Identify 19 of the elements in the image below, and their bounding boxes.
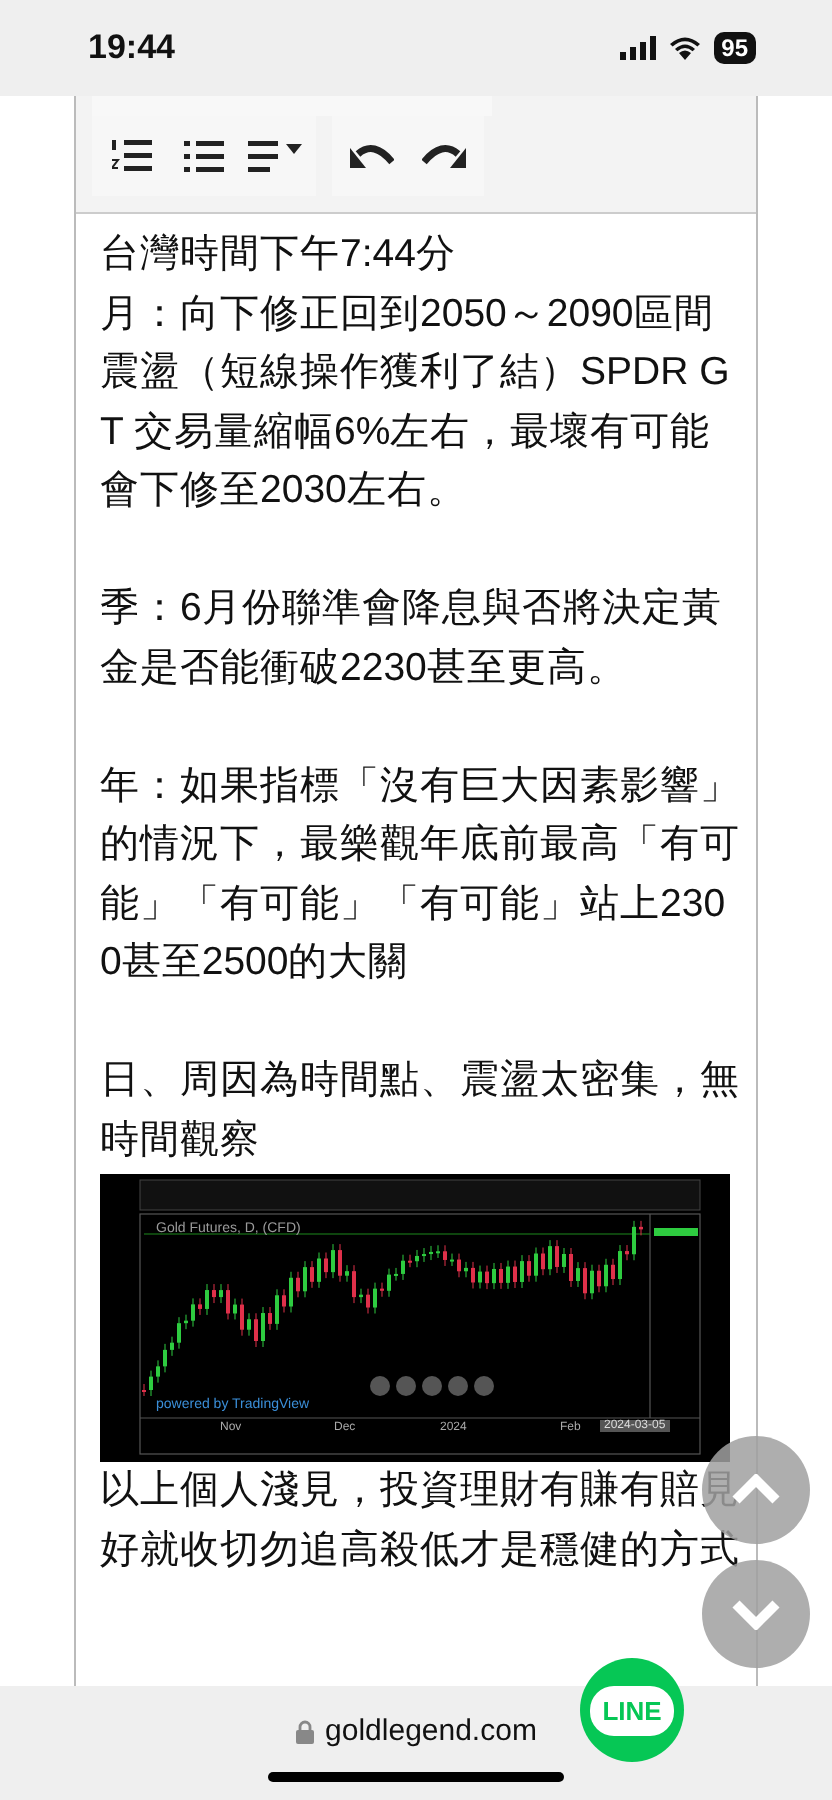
post-paragraph: 季：6月份聯準會降息與否將決定黃金是否能衝破2230甚至更高。 [100, 584, 724, 693]
battery-level: 95 [713, 32, 756, 64]
price-marker [654, 1228, 698, 1236]
status-time: 19:44 [88, 28, 175, 68]
align-dropdown-icon [248, 139, 304, 173]
numbered-list-icon [112, 138, 152, 174]
bullet-list-icon [184, 139, 224, 173]
address-url[interactable]: goldlegend.com [325, 1714, 537, 1748]
redo-icon [422, 144, 466, 168]
post-paragraph: 月：向下修正回到2050～2090區間震盪（短線操作獲利了結）SPDR GT 交易量縮幅6%左右，最壞有可能會下修至2030左右。 [100, 289, 732, 516]
post-paragraph: 以上個人淺見，投資理財有賺有賠見好就收切勿追高殺低才是穩健的方式 [100, 1466, 740, 1575]
wifi-icon [667, 36, 702, 60]
post-paragraph: 台灣時間下午7:44分 [100, 230, 458, 280]
post-paragraph: 日、周因為時間點、震盪太密集，無時間觀察 [100, 1056, 740, 1165]
post-paragraph: 年：如果指標「沒有巨大因素影響」的情況下，最樂觀年底前最高「有可能」「有可能」「有可能」站上2300甚至2500的大關 [100, 761, 740, 988]
signal-icon [619, 36, 656, 60]
undo-icon [350, 144, 394, 168]
chevron-down-icon [730, 1598, 782, 1630]
lock-icon [295, 1719, 314, 1743]
